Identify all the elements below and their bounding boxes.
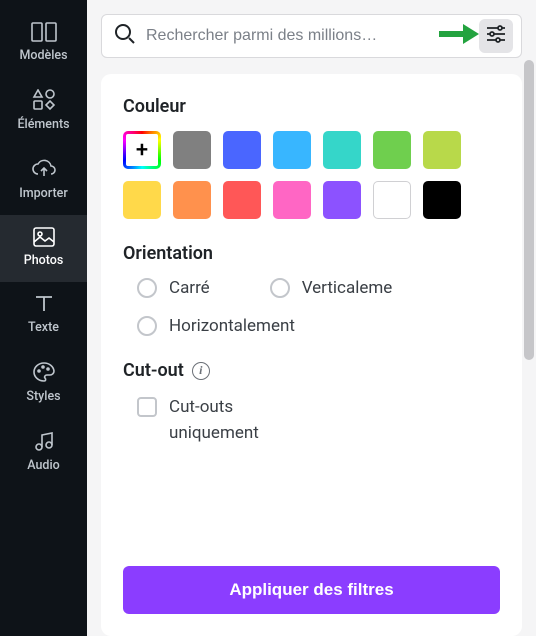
color-swatches: + xyxy=(123,131,500,219)
color-swatch[interactable] xyxy=(323,181,361,219)
color-swatch[interactable] xyxy=(223,131,261,169)
checkbox-icon xyxy=(137,397,157,417)
info-icon[interactable]: i xyxy=(192,362,210,380)
sidebar-item-label: Éléments xyxy=(17,117,69,132)
radio-label: Horizontalement xyxy=(169,316,295,336)
orientation-vertical[interactable]: Verticaleme xyxy=(270,278,393,298)
color-swatch[interactable] xyxy=(223,181,261,219)
sidebar-item-label: Audio xyxy=(27,458,60,473)
sidebar-item-label: Importer xyxy=(19,186,68,201)
search-input[interactable] xyxy=(146,27,469,45)
section-title-cutout: Cut-out i xyxy=(123,360,500,381)
radio-label: Carré xyxy=(169,278,210,298)
add-color-swatch[interactable]: + xyxy=(123,131,161,169)
orientation-horizontal[interactable]: Horizontalement xyxy=(137,316,295,336)
search-box[interactable] xyxy=(101,14,522,58)
filter-panel: Couleur + Orientation Carré xyxy=(101,74,522,636)
orientation-square[interactable]: Carré xyxy=(137,278,210,298)
elements-icon xyxy=(32,89,56,111)
color-swatch[interactable] xyxy=(373,181,411,219)
sidebar-item-label: Styles xyxy=(26,389,60,404)
color-swatch[interactable] xyxy=(423,181,461,219)
radio-icon xyxy=(137,316,157,336)
color-swatch[interactable] xyxy=(323,131,361,169)
apply-filters-button[interactable]: Appliquer des filtres xyxy=(123,566,500,614)
sidebar-item-photos[interactable]: Photos xyxy=(0,215,87,282)
sidebar-item-label: Photos xyxy=(24,253,64,268)
upload-cloud-icon xyxy=(31,158,57,180)
section-title-orientation: Orientation xyxy=(123,243,500,264)
sidebar-item-audio[interactable]: Audio xyxy=(0,418,87,487)
sliders-icon xyxy=(486,25,506,47)
search-row xyxy=(101,14,522,58)
sidebar-item-styles[interactable]: Styles xyxy=(0,349,87,418)
main-panel: Couleur + Orientation Carré xyxy=(87,0,536,636)
radio-icon xyxy=(137,278,157,298)
color-swatch[interactable] xyxy=(273,131,311,169)
text-icon xyxy=(33,294,55,314)
sidebar-item-uploads[interactable]: Importer xyxy=(0,146,87,215)
palette-icon xyxy=(32,361,56,383)
sidebar-item-elements[interactable]: Éléments xyxy=(0,77,87,146)
radio-label: Verticaleme xyxy=(302,278,393,298)
orientation-options: Carré Verticaleme Horizontalement xyxy=(123,278,500,336)
cutout-only-checkbox[interactable]: Cut-outs uniquement xyxy=(123,395,323,446)
scrollbar-thumb[interactable] xyxy=(524,60,534,360)
checkbox-label: Cut-outs uniquement xyxy=(169,395,323,446)
sidebar-item-text[interactable]: Texte xyxy=(0,282,87,349)
sidebar-item-label: Modèles xyxy=(19,48,67,63)
photos-icon xyxy=(33,227,55,247)
sidebar-item-label: Texte xyxy=(28,320,59,335)
color-swatch[interactable] xyxy=(373,131,411,169)
color-swatch[interactable] xyxy=(173,181,211,219)
color-swatch[interactable] xyxy=(173,131,211,169)
audio-icon xyxy=(33,430,55,452)
color-swatch[interactable] xyxy=(423,131,461,169)
cutout-title-text: Cut-out xyxy=(123,360,184,381)
color-swatch[interactable] xyxy=(123,181,161,219)
sidebar-item-templates[interactable]: Modèles xyxy=(0,10,87,77)
section-title-color: Couleur xyxy=(123,96,500,117)
templates-icon xyxy=(31,22,57,42)
sidebar: Modèles Éléments Importer Photos xyxy=(0,0,87,636)
search-icon xyxy=(114,23,136,49)
color-swatch[interactable] xyxy=(273,181,311,219)
scrollbar-track[interactable] xyxy=(524,60,534,580)
filters-toggle-button[interactable] xyxy=(479,19,513,53)
radio-icon xyxy=(270,278,290,298)
